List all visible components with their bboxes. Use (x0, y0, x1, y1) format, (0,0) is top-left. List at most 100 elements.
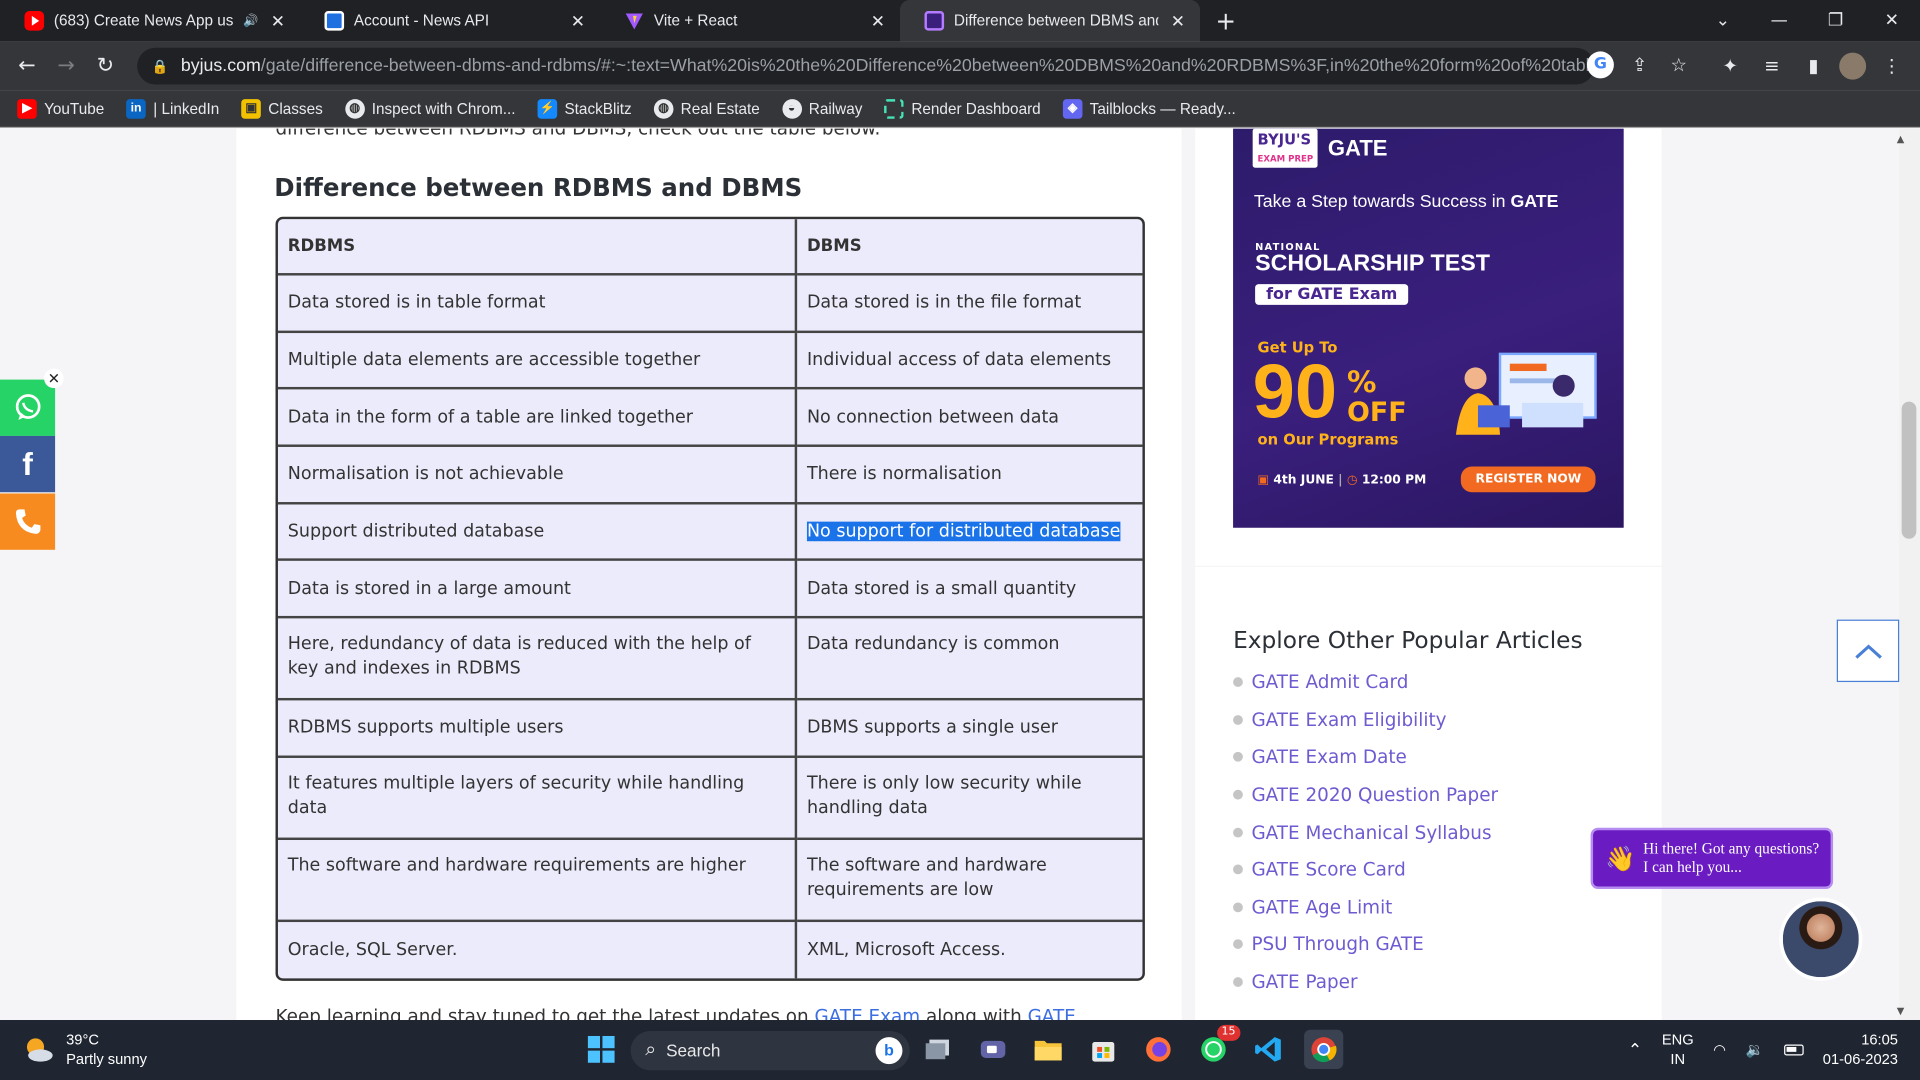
list-item[interactable]: GATE Exam Eligibility (1233, 701, 1498, 738)
restore-icon[interactable]: ❐ (1807, 11, 1863, 31)
lang-region: IN (1670, 1050, 1686, 1068)
bookmark-railway[interactable]: ◒ Railway (781, 98, 862, 119)
byjus-logo: BYJU'S EXAM PREP GATE (1252, 128, 1387, 168)
tab-news-api[interactable]: Account - News API ✕ (300, 0, 600, 42)
bookmark-render[interactable]: Render Dashboard (884, 98, 1041, 119)
windows-start-icon[interactable] (582, 1030, 621, 1069)
banner-tagline: Take a Step towards Success in GATE (1254, 192, 1559, 212)
back-icon[interactable]: ← (7, 54, 46, 78)
bookmark-label: | LinkedIn (153, 99, 220, 117)
weather-widget[interactable]: 39°C Partly sunny (22, 1030, 147, 1069)
linkedin-icon: in (126, 98, 146, 119)
call-button[interactable] (0, 493, 56, 550)
table-cell: Data stored is a small quantity (797, 561, 1143, 619)
article-paragraph: difference between RDBMS and DBMS, check… (276, 129, 881, 140)
show-hidden-icons-icon[interactable]: ⌃ (1628, 1039, 1642, 1060)
menu-kebab-icon[interactable]: ⋮ (1876, 51, 1908, 80)
list-item[interactable]: GATE Exam Date (1233, 739, 1498, 776)
facebook-share-button[interactable]: f (0, 435, 56, 493)
partly-sunny-icon (26, 1038, 53, 1062)
list-item[interactable]: PSU Through GATE (1233, 926, 1498, 963)
wifi-icon[interactable]: ◠ (1713, 1041, 1726, 1058)
bookmark-label: Render Dashboard (911, 99, 1041, 117)
table-row: Data is stored in a large amount Data sto… (277, 561, 1143, 619)
search-placeholder: Search (666, 1040, 721, 1061)
register-now-button[interactable]: REGISTER NOW (1460, 466, 1597, 493)
table-row: Oracle, SQL Server. XML, Microsoft Access… (278, 921, 1142, 979)
bookmark-youtube[interactable]: ▶ YouTube (17, 98, 105, 119)
bookmark-label: StackBlitz (564, 99, 632, 117)
forward-icon[interactable]: → (47, 54, 86, 78)
media-control-icon[interactable]: ≡ (1756, 51, 1788, 80)
gate-scholarship-banner[interactable]: BYJU'S EXAM PREP GATE Take a Step towards… (1233, 128, 1624, 528)
whatsapp-share-button[interactable] (0, 379, 56, 436)
chat-bubble[interactable]: 👋 Hi there! Got any questions? I can help… (1590, 827, 1834, 889)
window-close-icon[interactable]: ✕ (1864, 11, 1920, 31)
whatsapp-app-icon[interactable]: 15 (1194, 1024, 1241, 1069)
percent-sign: % (1346, 364, 1377, 400)
table-row: RDBMS supports multiple users DBMS suppor… (277, 700, 1143, 758)
bookmark-star-icon[interactable]: ☆ (1665, 51, 1692, 78)
lock-icon: 🔒 (151, 59, 169, 75)
file-explorer-icon[interactable] (1029, 1030, 1068, 1069)
table-row: Support distributed database No support f… (277, 504, 1143, 562)
close-icon[interactable]: ✕ (868, 10, 888, 31)
table-cell: Data stored is in the file format (797, 276, 1143, 333)
list-item[interactable]: GATE Age Limit (1233, 888, 1498, 925)
google-icon[interactable]: G (1586, 51, 1614, 79)
social-close-icon[interactable]: ✕ (44, 368, 64, 389)
table-cell: It features multiple layers of security … (277, 757, 798, 840)
task-view-icon[interactable] (918, 1030, 957, 1069)
address-bar[interactable]: 🔒 byjus.com/gate/difference-between-dbms… (137, 47, 1595, 85)
gate-exam-link[interactable]: GATE Exam (815, 1005, 921, 1020)
article-content: difference between RDBMS and DBMS, check… (236, 128, 1182, 1021)
side-panel-icon[interactable]: ▮ (1798, 51, 1830, 80)
stackblitz-icon: ⚡ (537, 98, 558, 119)
chrome-icon[interactable] (1304, 1029, 1344, 1069)
bookmark-tailblocks[interactable]: ◈ Tailblocks — Ready... (1062, 98, 1236, 119)
bookmark-label: YouTube (44, 99, 105, 117)
bookmark-real-estate[interactable]: ◍ Real Estate (653, 98, 760, 119)
firefox-icon[interactable] (1139, 1030, 1178, 1069)
tab-byjus-active[interactable]: Difference between DBMS and RD ✕ (900, 0, 1201, 42)
scroll-up-arrow-icon[interactable]: ▲ (1897, 133, 1905, 144)
tab-search-icon[interactable]: ⌄ (1695, 11, 1751, 31)
chat-agent-avatar[interactable] (1779, 897, 1863, 981)
tab-youtube[interactable]: (683) Create News App using 🔊 ✕ (0, 0, 300, 42)
list-item[interactable]: GATE Mechanical Syllabus (1233, 814, 1498, 851)
close-icon[interactable]: ✕ (268, 10, 288, 31)
tab-vite-react[interactable]: Vite + React ✕ (600, 0, 900, 42)
close-icon[interactable]: ✕ (568, 10, 588, 31)
scrollbar-thumb[interactable] (1901, 401, 1917, 539)
bookmark-linkedin[interactable]: in | LinkedIn (126, 98, 220, 119)
gate-link[interactable]: GATE (1028, 1005, 1076, 1020)
bookmark-stackblitz[interactable]: ⚡ StackBlitz (537, 98, 632, 119)
list-item[interactable]: GATE Admit Card (1233, 664, 1498, 701)
bookmark-classes[interactable]: ▣ Classes (241, 98, 323, 119)
microsoft-store-icon[interactable] (1084, 1030, 1123, 1069)
minimize-icon[interactable]: — (1751, 11, 1807, 31)
scroll-down-arrow-icon[interactable]: ▼ (1897, 1005, 1905, 1016)
taskbar-search[interactable]: ⌕ Search b (630, 1031, 910, 1071)
table-cell: XML, Microsoft Access. (806, 940, 1006, 960)
share-icon[interactable]: ⇪ (1626, 51, 1653, 78)
list-item[interactable]: GATE Paper (1233, 963, 1498, 1000)
reload-icon[interactable]: ↻ (86, 54, 125, 78)
list-item[interactable]: GATE Score Card (1233, 851, 1498, 888)
speaker-icon[interactable]: 🔊 (243, 14, 258, 27)
tab-title: Account - News API (353, 12, 490, 30)
volume-icon[interactable]: 🔉 (1746, 1041, 1764, 1058)
vscode-icon[interactable] (1249, 1030, 1288, 1069)
close-icon[interactable]: ✕ (1168, 10, 1188, 31)
vertical-scrollbar[interactable] (1899, 128, 1920, 1021)
back-to-top-button[interactable] (1836, 619, 1900, 683)
language-indicator[interactable]: ENG IN (1662, 1030, 1694, 1069)
bookmark-inspect[interactable]: ◍ Inspect with Chrom... (344, 98, 515, 119)
profile-avatar[interactable] (1839, 52, 1867, 80)
teams-chat-icon[interactable] (973, 1030, 1012, 1069)
clock[interactable]: 16:05 01-06-2023 (1823, 1030, 1898, 1069)
list-item[interactable]: GATE 2020 Question Paper (1233, 776, 1498, 813)
new-tab-button[interactable]: + (1207, 6, 1244, 35)
extensions-icon[interactable]: ✦ (1714, 51, 1746, 80)
battery-icon[interactable] (1783, 1043, 1804, 1055)
